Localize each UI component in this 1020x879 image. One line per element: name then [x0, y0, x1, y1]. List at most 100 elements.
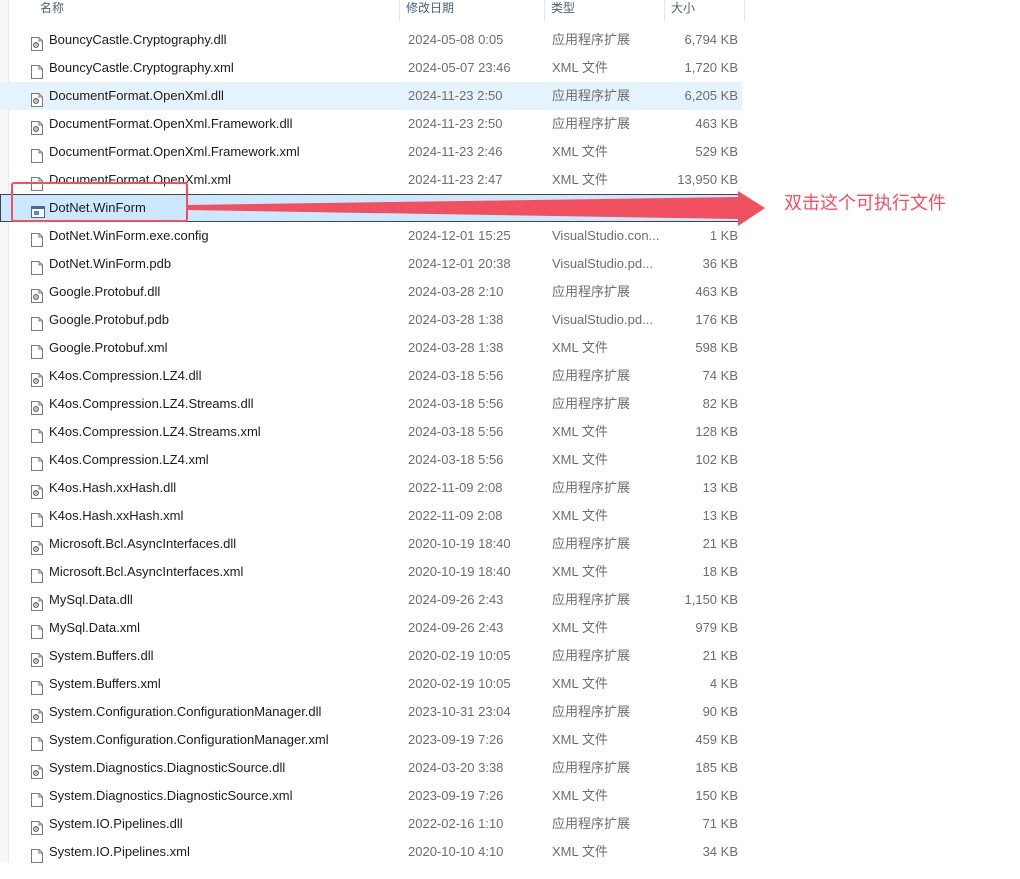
file-date: 2024-03-18 5:56 — [408, 424, 504, 439]
column-header-name[interactable]: 名称 — [8, 0, 400, 22]
file-row[interactable]: Google.Protobuf.xml 2024-03-28 1:38 XML 文件… — [0, 334, 742, 362]
file-row[interactable]: BouncyCastle.Cryptography.dll 2024-05-08 … — [0, 26, 742, 54]
column-header-type[interactable]: 类型 — [545, 0, 665, 22]
file-size: 185 KB — [695, 760, 738, 775]
file-name: Google.Protobuf.dll — [49, 284, 161, 299]
file-row[interactable]: System.Diagnostics.DiagnosticSource.xml 2… — [0, 782, 742, 810]
document-icon — [31, 341, 43, 359]
file-size: 90 KB — [702, 704, 738, 719]
column-header-size[interactable]: 大小 — [665, 0, 745, 22]
column-header-date[interactable]: 修改日期 — [400, 0, 545, 22]
file-date: 2024-05-07 23:46 — [408, 60, 511, 75]
dll-gear-icon — [31, 89, 43, 107]
file-size: 21 KB — [702, 648, 738, 663]
file-size: 13 KB — [702, 480, 738, 495]
file-type: XML 文件 — [552, 60, 608, 75]
file-size: 176 KB — [695, 312, 738, 327]
file-date: 2024-03-28 1:38 — [408, 312, 504, 327]
file-row[interactable]: System.IO.Pipelines.dll 2022-02-16 1:10 应用… — [0, 810, 742, 838]
file-date: 2024-12-01 15:25 — [408, 228, 511, 243]
file-row[interactable]: DotNet.WinForm.pdb 2024-12-01 20:38 Visual… — [0, 250, 742, 278]
file-row[interactable]: System.Buffers.dll 2020-02-19 10:05 应用程序扩展… — [0, 642, 742, 670]
file-row[interactable]: K4os.Compression.LZ4.dll 2024-03-18 5:56 应… — [0, 362, 742, 390]
file-name: System.IO.Pipelines.xml — [49, 844, 190, 859]
file-name: Google.Protobuf.xml — [49, 340, 168, 355]
document-icon — [31, 565, 43, 583]
file-type: 应用程序扩展 — [552, 396, 631, 411]
file-size: 1,150 KB — [684, 592, 739, 607]
file-row[interactable]: System.Configuration.ConfigurationManage… — [0, 698, 742, 726]
file-date: 2022-11-09 2:08 — [408, 480, 503, 495]
file-date: 2024-11-23 2:47 — [408, 172, 503, 187]
file-name: K4os.Compression.LZ4.dll — [49, 368, 202, 383]
file-size: 529 KB — [695, 144, 738, 159]
file-type: XML 文件 — [552, 620, 608, 635]
file-name: DocumentFormat.OpenXml.dll — [49, 88, 224, 103]
document-icon — [31, 257, 43, 275]
file-row[interactable]: System.Diagnostics.DiagnosticSource.dll 2… — [0, 754, 742, 782]
file-name: System.Buffers.xml — [49, 676, 161, 691]
file-row[interactable]: K4os.Hash.xxHash.xml 2022-11-09 2:08 XML 文… — [0, 502, 742, 530]
file-date: 2024-12-01 20:38 — [408, 256, 511, 271]
file-size: 18 KB — [702, 564, 738, 579]
file-name: DocumentFormat.OpenXml.Framework.xml — [49, 144, 300, 159]
file-type: XML 文件 — [552, 844, 608, 859]
file-size: 74 KB — [702, 368, 738, 383]
file-list: BouncyCastle.Cryptography.dll 2024-05-08 … — [0, 26, 745, 866]
file-type: XML 文件 — [552, 144, 608, 159]
file-row[interactable]: DocumentFormat.OpenXml.dll 2024-11-23 2:5… — [0, 82, 742, 110]
dll-gear-icon — [31, 117, 43, 135]
file-size: 463 KB — [695, 284, 738, 299]
file-row[interactable]: MySql.Data.xml 2024-09-26 2:43 XML 文件 979 K… — [0, 614, 742, 642]
column-header-bar: 名称 修改日期 类型 大小 — [8, 0, 745, 22]
file-name: System.Diagnostics.DiagnosticSource.dll — [49, 760, 286, 775]
file-name: K4os.Compression.LZ4.Streams.xml — [49, 424, 261, 439]
dll-gear-icon — [31, 593, 43, 611]
file-row[interactable]: DocumentFormat.OpenXml.Framework.dll 2024… — [0, 110, 742, 138]
file-row[interactable]: DocumentFormat.OpenXml.Framework.xml 2024… — [0, 138, 742, 166]
file-date: 2024-03-28 1:38 — [408, 340, 504, 355]
file-row[interactable]: MySql.Data.dll 2024-09-26 2:43 应用程序扩展 1,150… — [0, 586, 742, 614]
file-size: 1,720 KB — [684, 60, 739, 75]
file-row[interactable]: DotNet.WinForm — [0, 194, 742, 222]
file-type: XML 文件 — [552, 508, 608, 523]
file-size: 6,794 KB — [684, 32, 739, 47]
file-name: DocumentFormat.OpenXml.xml — [49, 172, 232, 187]
file-row[interactable]: K4os.Compression.LZ4.Streams.dll 2024-03-… — [0, 390, 742, 418]
file-row[interactable]: K4os.Compression.LZ4.xml 2024-03-18 5:56 X… — [0, 446, 742, 474]
file-size: 979 KB — [695, 620, 738, 635]
document-icon — [31, 845, 43, 863]
file-date: 2024-11-23 2:50 — [408, 116, 503, 131]
document-icon — [31, 677, 43, 695]
file-date: 2024-03-18 5:56 — [408, 368, 504, 383]
file-row[interactable]: System.Buffers.xml 2020-02-19 10:05 XML 文件… — [0, 670, 742, 698]
file-size: 34 KB — [702, 844, 738, 859]
file-row[interactable]: K4os.Hash.xxHash.dll 2022-11-09 2:08 应用程序扩… — [0, 474, 742, 502]
file-row[interactable]: Google.Protobuf.dll 2024-03-28 2:10 应用程序扩展… — [0, 278, 742, 306]
file-row[interactable]: Google.Protobuf.pdb 2024-03-28 1:38 Visual… — [0, 306, 742, 334]
file-row[interactable]: DotNet.WinForm.exe.config 2024-12-01 15:2… — [0, 222, 742, 250]
file-row[interactable]: System.IO.Pipelines.xml 2020-10-10 4:10 XM… — [0, 838, 742, 866]
file-size: 598 KB — [695, 340, 738, 355]
file-row[interactable]: System.Configuration.ConfigurationManage… — [0, 726, 742, 754]
file-row[interactable]: Microsoft.Bcl.AsyncInterfaces.xml 2020-10… — [0, 558, 742, 586]
file-name: System.Buffers.dll — [49, 648, 154, 663]
file-type: XML 文件 — [552, 676, 608, 691]
file-date: 2023-09-19 7:26 — [408, 788, 504, 803]
file-row[interactable]: BouncyCastle.Cryptography.xml 2024-05-07 … — [0, 54, 742, 82]
file-type: VisualStudio.con... — [552, 228, 660, 243]
file-type: VisualStudio.pd... — [552, 256, 653, 271]
file-row[interactable]: K4os.Compression.LZ4.Streams.xml 2024-03-… — [0, 418, 742, 446]
file-size: 6,205 KB — [684, 88, 739, 103]
file-size: 13 KB — [702, 508, 738, 523]
file-row[interactable]: DocumentFormat.OpenXml.xml 2024-11-23 2:4… — [0, 166, 742, 194]
file-size: 1 KB — [709, 228, 738, 243]
file-type: 应用程序扩展 — [552, 116, 631, 131]
file-name: K4os.Compression.LZ4.xml — [49, 452, 209, 467]
file-name: MySql.Data.dll — [49, 592, 133, 607]
file-name: Google.Protobuf.pdb — [49, 312, 169, 327]
file-row[interactable]: Microsoft.Bcl.AsyncInterfaces.dll 2020-10… — [0, 530, 742, 558]
document-icon — [31, 621, 43, 639]
file-name: DotNet.WinForm.pdb — [49, 256, 172, 271]
file-date: 2024-03-20 3:38 — [408, 760, 504, 775]
